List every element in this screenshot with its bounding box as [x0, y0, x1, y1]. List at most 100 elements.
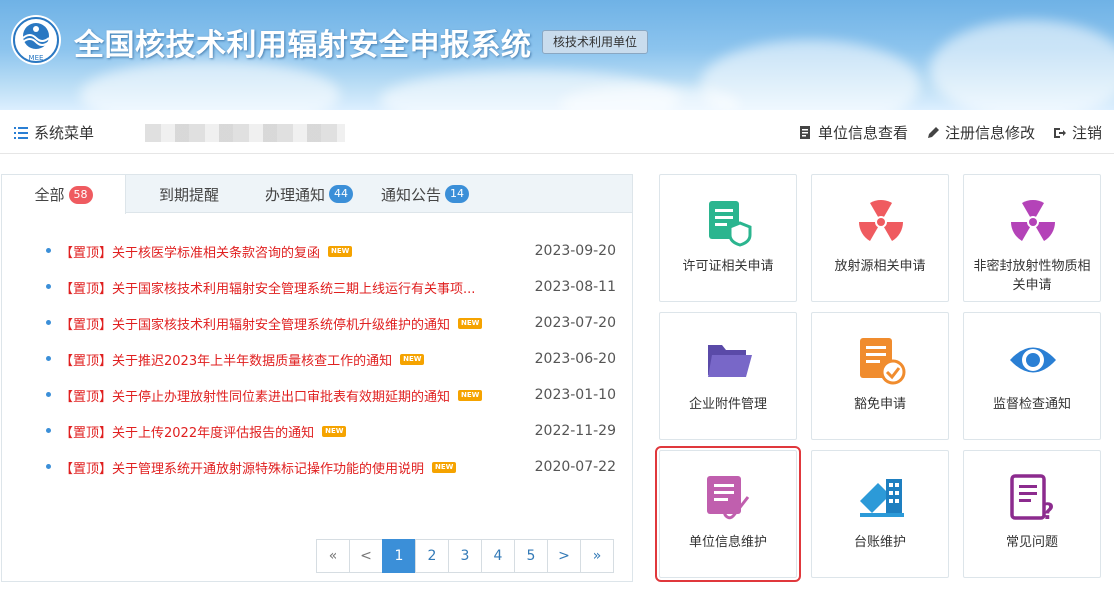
- page-prev-button[interactable]: <: [349, 539, 383, 573]
- tile-label: 放射源相关申请: [834, 259, 926, 274]
- redacted-user-info: [145, 124, 345, 142]
- unsealed-material-apply-tile[interactable]: 非密封放射性物质相关申请: [963, 174, 1101, 302]
- inspection-notice-tile[interactable]: 监督检查通知: [963, 312, 1101, 440]
- mee-logo-icon: MEE: [11, 15, 61, 65]
- tab-expiry-reminder[interactable]: 到期提醒: [126, 175, 252, 213]
- new-badge-icon: NEW: [458, 317, 483, 329]
- notice-title[interactable]: 【置顶】关于国家核技术利用辐射安全管理系统停机升级维护的通知 NEW: [60, 314, 483, 333]
- notice-row[interactable]: 【置顶】关于核医学标准相关条款咨询的复函 NEW 2023-09-20: [2, 233, 632, 269]
- notice-row[interactable]: 【置顶】关于国家核技术利用辐射安全管理系统三期上线运行有关事项... 2023-0…: [2, 269, 632, 305]
- document-check-icon: [856, 335, 906, 385]
- notice-title-text: 【置顶】关于核医学标准相关条款咨询的复函: [60, 245, 321, 261]
- faq-tile[interactable]: ? 常见问题: [963, 450, 1101, 578]
- document-icon: [799, 126, 810, 139]
- pencil-icon: [927, 126, 939, 138]
- notice-title-text: 【置顶】关于停止办理放射性同位素进出口审批表有效期延期的通知: [60, 389, 451, 405]
- bullet-icon: [46, 284, 51, 289]
- svg-text:?: ?: [1042, 500, 1055, 523]
- bullet-icon: [46, 356, 51, 361]
- tab-announcement-badge: 14: [445, 185, 469, 203]
- view-unit-info-link[interactable]: 单位信息查看: [799, 122, 908, 143]
- tile-label: 豁免申请: [853, 397, 906, 412]
- notice-title-text: 【置顶】关于国家核技术利用辐射安全管理系统三期上线运行有关事项...: [60, 281, 476, 297]
- notice-date: 2022-11-29: [534, 423, 616, 439]
- tab-process-notice[interactable]: 办理通知 44: [252, 175, 366, 213]
- bullet-icon: [46, 464, 51, 469]
- page-first-button[interactable]: «: [316, 539, 350, 573]
- ledger-maintenance-tile[interactable]: 台账维护: [811, 450, 949, 578]
- bullet-icon: [46, 428, 51, 433]
- notice-list: 【置顶】关于核医学标准相关条款咨询的复函 NEW 2023-09-20 【置顶】关于国…: [2, 233, 632, 485]
- menu-right-actions: 单位信息查看 注册信息修改 注销: [799, 122, 1102, 143]
- tile-label: 台账维护: [853, 535, 906, 550]
- folder-icon: [704, 335, 754, 385]
- edit-registration-link[interactable]: 注册信息修改: [926, 122, 1035, 143]
- tab-process-badge: 44: [329, 185, 353, 203]
- tile-label: 常见问题: [1005, 535, 1058, 550]
- tab-announcement[interactable]: 通知公告 14: [366, 175, 484, 213]
- site-title: 全国核技术利用辐射安全申报系统: [74, 28, 532, 63]
- attachment-management-tile[interactable]: 企业附件管理: [659, 312, 797, 440]
- page-1-button[interactable]: 1: [382, 539, 416, 573]
- new-badge-icon: NEW: [322, 425, 347, 437]
- page-4-button[interactable]: 4: [481, 539, 515, 573]
- logout-link[interactable]: 注销: [1053, 122, 1102, 143]
- system-menu-button[interactable]: 系统菜单: [14, 122, 94, 143]
- radiation-icon: [856, 197, 906, 247]
- bullet-icon: [46, 320, 51, 325]
- notice-title[interactable]: 【置顶】关于上传2022年度评估报告的通知 NEW: [60, 422, 347, 441]
- notice-title-text: 【置顶】关于管理系统开通放射源特殊标记操作功能的使用说明: [60, 461, 425, 477]
- notice-title-text: 【置顶】关于推迟2023年上半年数据质量核查工作的通知: [60, 353, 393, 369]
- bullet-icon: [46, 392, 51, 397]
- notice-title[interactable]: 【置顶】关于停止办理放射性同位素进出口审批表有效期延期的通知 NEW: [60, 386, 483, 405]
- license-apply-tile[interactable]: 许可证相关申请: [659, 174, 797, 302]
- tile-label: 企业附件管理: [688, 397, 767, 412]
- notice-date: 2023-06-20: [534, 351, 616, 367]
- notice-row[interactable]: 【置顶】关于推迟2023年上半年数据质量核查工作的通知 NEW 2023-06-20: [2, 341, 632, 377]
- page-3-button[interactable]: 3: [448, 539, 482, 573]
- tile-label: 单位信息维护: [688, 535, 767, 550]
- notice-title[interactable]: 【置顶】关于国家核技术利用辐射安全管理系统三期上线运行有关事项...: [60, 278, 475, 297]
- notice-date: 2023-09-20: [534, 243, 616, 259]
- logout-label: 注销: [1071, 124, 1102, 142]
- notice-date: 2023-01-10: [534, 387, 616, 403]
- notice-tabs: 全部 58 到期提醒 办理通知 44 通知公告 14: [2, 175, 632, 214]
- building-icon: [856, 473, 906, 523]
- pagination: « < 1 2 3 4 5 > »: [316, 539, 614, 573]
- radiation-icon: [1008, 197, 1058, 247]
- notice-row[interactable]: 【置顶】关于停止办理放射性同位素进出口审批表有效期延期的通知 NEW 2023-01…: [2, 377, 632, 413]
- new-badge-icon: NEW: [432, 461, 457, 473]
- role-tag: 核技术利用单位: [542, 30, 649, 54]
- tab-announcement-label: 通知公告: [380, 185, 441, 204]
- radioactive-source-apply-tile[interactable]: 放射源相关申请: [811, 174, 949, 302]
- notice-row[interactable]: 【置顶】关于管理系统开通放射源特殊标记操作功能的使用说明 NEW 2020-07-2…: [2, 449, 632, 485]
- page-last-button[interactable]: »: [580, 539, 614, 573]
- notice-panel: 全部 58 到期提醒 办理通知 44 通知公告 14 【置顶】关于核医学标准相关…: [1, 174, 633, 582]
- tile-label: 监督检查通知: [992, 397, 1071, 412]
- tab-all[interactable]: 全部 58: [2, 175, 126, 214]
- notice-title-text: 【置顶】关于国家核技术利用辐射安全管理系统停机升级维护的通知: [60, 317, 451, 333]
- page-next-button[interactable]: >: [547, 539, 581, 573]
- exemption-apply-tile[interactable]: 豁免申请: [811, 312, 949, 440]
- new-badge-icon: NEW: [400, 353, 425, 365]
- notice-title-text: 【置顶】关于上传2022年度评估报告的通知: [60, 425, 315, 441]
- notice-date: 2023-08-11: [534, 279, 616, 295]
- notice-title[interactable]: 【置顶】关于核医学标准相关条款咨询的复函 NEW: [60, 242, 353, 261]
- tab-expiry-label: 到期提醒: [158, 185, 219, 204]
- notice-title[interactable]: 【置顶】关于推迟2023年上半年数据质量核查工作的通知 NEW: [60, 350, 425, 369]
- tile-label: 许可证相关申请: [682, 259, 774, 274]
- list-icon: [14, 126, 28, 139]
- notice-row[interactable]: 【置顶】关于国家核技术利用辐射安全管理系统停机升级维护的通知 NEW 2023-07…: [2, 305, 632, 341]
- edit-registration-label: 注册信息修改: [944, 124, 1035, 142]
- notice-title[interactable]: 【置顶】关于管理系统开通放射源特殊标记操作功能的使用说明 NEW: [60, 458, 457, 477]
- page-5-button[interactable]: 5: [514, 539, 548, 573]
- notice-date: 2020-07-22: [534, 459, 616, 475]
- tile-label: 非密封放射性物质相关申请: [973, 259, 1091, 293]
- notice-row[interactable]: 【置顶】关于上传2022年度评估报告的通知 NEW 2022-11-29: [2, 413, 632, 449]
- tab-process-label: 办理通知: [264, 185, 325, 204]
- tab-all-badge: 58: [68, 185, 93, 204]
- view-unit-info-label: 单位信息查看: [817, 124, 908, 142]
- unit-info-maintenance-tile[interactable]: 单位信息维护: [655, 446, 801, 582]
- page-2-button[interactable]: 2: [415, 539, 449, 573]
- menu-bar: 系统菜单 单位信息查看 注册信息修改 注销: [0, 110, 1114, 154]
